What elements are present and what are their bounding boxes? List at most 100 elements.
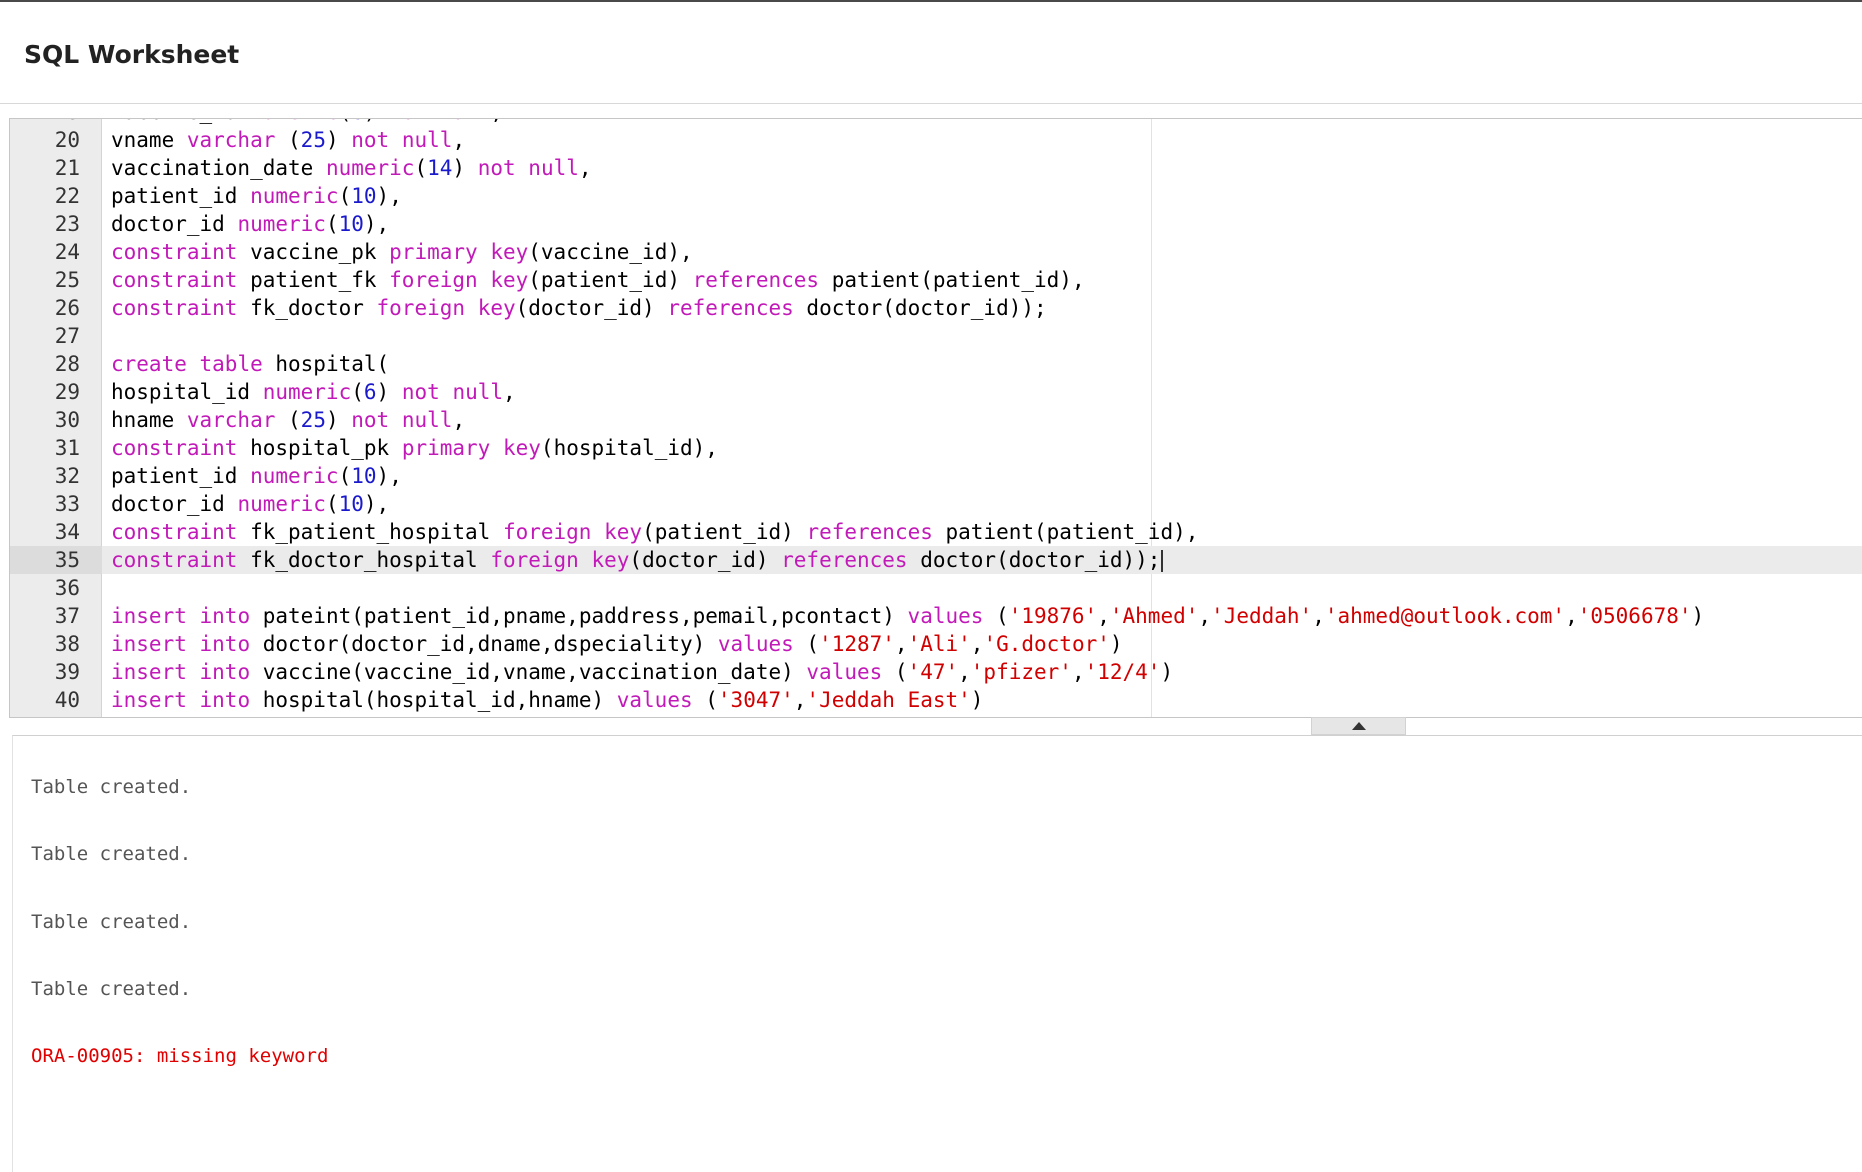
sql-text: hospital(hospital_id,hname) [250,688,617,712]
sql-keyword: null [440,119,491,124]
sql-text: (patient_id) [642,520,807,544]
sql-string: 'pfizer' [970,660,1072,684]
sql-text: , [1071,660,1085,684]
sql-string: '3047' [717,688,794,712]
chevron-up-icon[interactable] [1352,722,1366,730]
code-line[interactable]: 35 constraint fk_doctor_hospital foreign … [10,546,1862,574]
page-title: SQL Worksheet [24,40,240,69]
sql-text: vaccine(vaccine_id,vname,vaccination_dat… [250,660,807,684]
code-line[interactable]: 34 constraint fk_patient_hospital foreign… [10,518,1862,546]
code-line[interactable]: 37 insert into pateint(patient_id,pname,p… [10,602,1862,630]
sql-keyword: primary [401,436,491,460]
line-number: 32 [54,464,80,488]
sql-text: ( [793,632,820,656]
code-line[interactable]: 24 constraint vaccine_pk primary key(vacc… [10,238,1862,266]
sql-keyword: key [591,548,630,572]
sql-text: fk_doctor_hospital [237,548,491,572]
code-text: patient_id numeric(10), [111,182,402,210]
code-line[interactable]: 22 patient_id numeric(10), [10,182,1862,210]
code-text: constraint fk_doctor foreign key(doctor_… [111,294,1047,322]
code-line[interactable]: 33 doctor_id numeric(10), [10,490,1862,518]
sql-string: 'Jeddah' [1211,604,1313,628]
sql-text: , [578,156,592,180]
sql-text: ( [339,119,352,124]
code-line[interactable]: 32 patient_id numeric(10), [10,462,1862,490]
line-number: 29 [54,380,80,404]
sql-editor[interactable]: 19vaccine_id numeric(6) not null,20vname… [9,118,1862,718]
sql-text: (doctor_id) [515,296,668,320]
code-line[interactable]: 19 vaccine_id numeric(6) not null, [10,119,1862,126]
sql-text: , [490,119,503,124]
sql-text: , [452,408,466,432]
sql-keyword: constraint [111,240,238,264]
code-line[interactable]: 28 create table hospital( [10,350,1862,378]
sql-text: fk_patient_hospital [237,520,503,544]
sql-text: , [1565,604,1578,628]
line-number: 21 [54,156,80,180]
code-line[interactable]: 25 constraint patient_fk foreign key(pati… [10,266,1862,294]
line-number: 39 [54,660,80,684]
sql-text: patient_id [111,464,251,488]
sql-text: , [503,380,516,404]
code-line[interactable]: 23 doctor_id numeric(10), [10,210,1862,238]
sql-text: doctor(doctor_id,dname,dspeciality) [250,632,718,656]
code-line[interactable]: 30 hname varchar (25) not null, [10,406,1862,434]
sql-keyword: key [477,296,516,320]
code-line[interactable]: 26 constraint fk_doctor foreign key(docto… [10,294,1862,322]
sql-keyword: not [477,156,516,180]
sql-text: ), [363,212,390,236]
code-line[interactable]: 29 hospital_id numeric(6) not null, [10,378,1862,406]
sql-text: ( [338,464,352,488]
sql-text: doctor_id [111,492,238,516]
sql-text: doctor(doctor_id)); [793,296,1047,320]
code-line[interactable]: 21 vaccination_date numeric(14) not null, [10,154,1862,182]
sql-keyword: constraint [111,436,238,460]
sql-keyword: numeric [262,380,352,404]
code-line[interactable]: 31 constraint hospital_pk primary key(hos… [10,434,1862,462]
code-text: constraint patient_fk foreign key(patien… [111,266,1085,294]
sql-number: 25 [300,128,326,152]
sql-text: ( [882,660,908,684]
result-message: Table created. [31,776,192,798]
code-text: doctor_id numeric(10), [111,210,389,238]
sql-text: , [958,660,971,684]
code-lines[interactable]: 19vaccine_id numeric(6) not null,20vname… [10,119,1862,714]
sql-keyword: foreign [376,296,466,320]
sql-text: hospital( [262,352,390,376]
sql-text: patient_id [111,184,251,208]
sql-text: ) [325,128,352,152]
pane-splitter[interactable] [1311,717,1406,735]
code-line[interactable]: 27 [10,322,1862,350]
sql-keyword: not [351,128,390,152]
code-line[interactable]: 39 insert into vaccine(vaccine_id,vname,v… [10,658,1862,686]
sql-keyword: varchar [186,128,276,152]
line-number: 37 [54,604,80,628]
sql-keyword: constraint [111,296,238,320]
sql-text: , [1312,604,1325,628]
line-number: 26 [54,296,80,320]
code-line[interactable]: 40 insert into hospital(hospital_id,hname… [10,686,1862,714]
sql-keyword: into [199,688,251,712]
code-text: insert into hospital(hospital_id,hname) … [111,686,983,714]
code-text: insert into doctor(doctor_id,dname,dspec… [111,630,1123,658]
code-line[interactable]: 36 [10,574,1862,602]
code-text: constraint hospital_pk primary key(hospi… [111,434,718,462]
line-number: 22 [54,184,80,208]
sql-keyword: values [616,688,693,712]
sql-text: doctor_id [111,212,238,236]
sql-text: ), [376,184,402,208]
code-line[interactable]: 38 insert into doctor(doctor_id,dname,dsp… [10,630,1862,658]
sql-keyword: insert [111,604,187,628]
sql-keyword: varchar [186,408,276,432]
sql-keyword: constraint [111,268,238,292]
code-line[interactable]: 20 vname varchar (25) not null, [10,126,1862,154]
sql-keyword: into [199,660,251,684]
sql-text: vaccine_pk [237,240,390,264]
code-text: create table hospital( [111,350,389,378]
sql-keyword: foreign [490,548,579,572]
